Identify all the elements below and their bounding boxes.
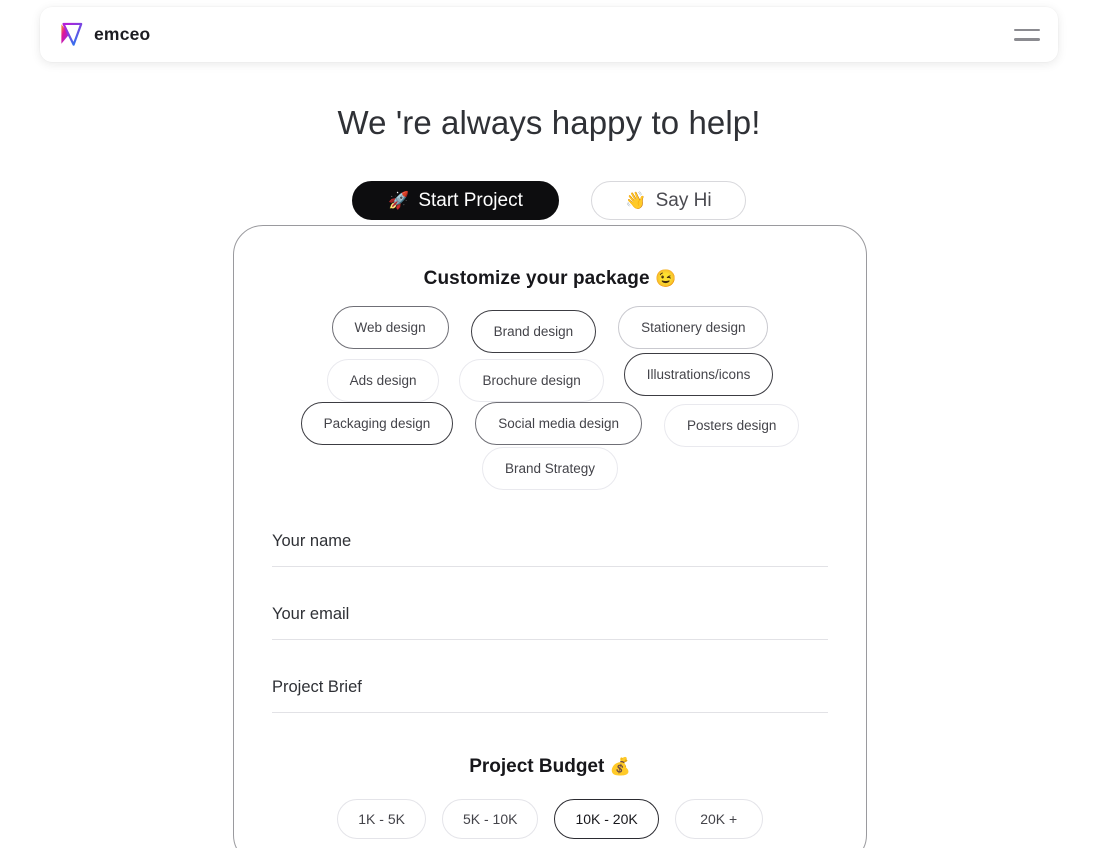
project-brief-input[interactable] [272,676,828,698]
emceo-gradient-arrow-logo-icon [61,22,83,46]
budget-title: Project Budget 💰 [272,756,828,778]
winking-face-icon: 😉 [655,269,677,288]
budget-option-1k-5k[interactable]: 1K - 5K [337,799,426,839]
hamburger-line [1014,38,1040,41]
money-bag-icon: 💰 [609,757,631,776]
navbar: emceo [40,7,1058,62]
service-tag-brand-strategy[interactable]: Brand Strategy [481,447,619,490]
service-tag-brand-design[interactable]: Brand design [470,310,597,353]
hamburger-line [1014,28,1040,31]
hamburger-menu-icon[interactable] [1014,27,1040,43]
page-title: We 're always happy to help! [337,104,761,141]
card-title: Customize your package 😉 [272,268,828,290]
mode-toggle-group: 🚀 Start Project 👋 Say Hi [0,181,1098,220]
budget-option-10k-20k[interactable]: 10K - 20K [554,799,659,839]
budget-option-20k-[interactable]: 20K + [674,799,763,839]
mode-button-label: Start Project [418,189,523,211]
package-card: Customize your package 😉 Web design Brand… [233,225,867,848]
tag-row: Packaging design Social media design Poste… [272,402,828,447]
rocket-icon: 🚀 [388,191,410,210]
service-tag-illustrations-icons[interactable]: Illustrations/icons [623,353,774,396]
service-tag-packaging-design[interactable]: Packaging design [300,402,454,445]
tag-row: Ads design Brochure design Illustrations/i… [272,353,828,402]
budget-option-5k-10k[interactable]: 5K - 10K [441,799,539,839]
brand-logo[interactable]: emceo [58,21,150,48]
mode-button-start-project[interactable]: 🚀 Start Project [352,181,559,220]
mode-button-label: Say Hi [655,189,712,211]
budget-title-text: Project Budget [469,756,605,777]
tag-row: Brand Strategy [272,447,828,490]
budget-options: 1K - 5K 5K - 10K 10K - 20K 20K + [272,799,828,839]
your-email-input[interactable] [272,603,828,625]
field-your-email [272,603,828,640]
your-name-input[interactable] [272,530,828,552]
field-project-brief [272,676,828,713]
service-tag-web-design[interactable]: Web design [331,306,449,349]
tag-row: Web design Brand design Stationery design [272,306,828,353]
service-tag-social-media-design[interactable]: Social media design [475,402,643,445]
service-tag-stationery-design[interactable]: Stationery design [618,306,769,349]
service-tag-ads-design[interactable]: Ads design [326,359,440,402]
service-tag-cloud: Web design Brand design Stationery design A… [272,306,828,490]
contact-form [272,530,828,713]
mode-button-say-hi[interactable]: 👋 Say Hi [591,181,746,220]
waving-hand-icon: 👋 [625,191,647,210]
contact-page: emceo We 're always happy to help! 🚀 Star… [0,0,1098,848]
service-tag-posters-design[interactable]: Posters design [664,404,800,447]
brand-name: emceo [94,24,151,44]
service-tag-brochure-design[interactable]: Brochure design [459,359,604,402]
field-your-name [272,530,828,567]
card-title-text: Customize your package [423,268,650,289]
